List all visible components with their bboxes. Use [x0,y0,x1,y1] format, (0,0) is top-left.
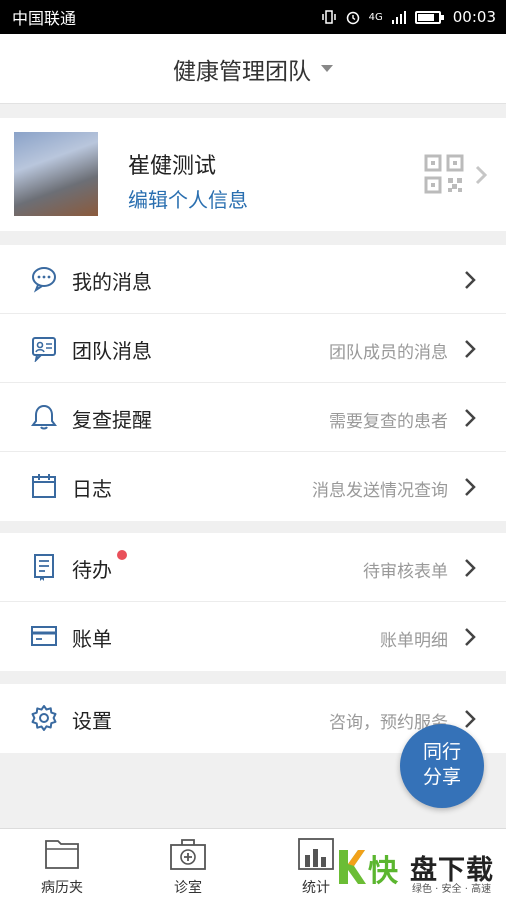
tab-label: 病历夹 [41,880,83,896]
fab-line-2: 分享 [422,766,461,788]
menu-label: 我的消息 [72,270,152,294]
todo-book-icon [34,554,54,581]
menu-item-bill[interactable]: 账单 账单明细 [0,602,506,671]
menu-label: 待办 [72,558,112,582]
gear-icon [31,705,57,731]
avatar[interactable] [14,132,98,216]
menu-hint: 团队成员的消息 [329,343,448,363]
menu-group-messages: 我的消息 团队消息 团队成员的消息 复查提醒 需要复查的患者 日志 消息发送情况… [0,245,506,521]
watermark-logo: 快 盘下载 绿色 · 安全 · 高速 [336,846,502,895]
chevron-right-icon [465,710,476,728]
menu-item-recheck-reminder[interactable]: 复查提醒 需要复查的患者 [0,383,506,452]
status-icons: 4G 00:03 [321,8,496,26]
fab-line-1: 同行 [422,741,461,763]
team-selector[interactable]: 健康管理团队 [0,34,506,104]
menu-hint: 消息发送情况查询 [312,481,448,501]
chevron-right-icon [465,340,476,358]
menu-label: 账单 [72,627,112,651]
menu-label: 复查提醒 [72,408,152,432]
chevron-right-icon [465,409,476,427]
tab-clinic[interactable]: 诊室 [148,837,228,897]
qr-code-icon[interactable] [424,154,464,194]
folder-icon [45,840,79,869]
calendar-icon [32,474,56,498]
status-bar: 中国联通 4G 00:03 [0,0,506,34]
team-message-icon [32,337,56,362]
chart-icon [298,838,334,870]
battery-icon [414,10,444,24]
caret-down-icon [321,65,333,72]
watermark-slogan: 绿色 · 安全 · 高速 [412,884,492,895]
menu-item-log[interactable]: 日志 消息发送情况查询 [0,452,506,521]
menu-hint: 需要复查的患者 [329,412,448,432]
chevron-right-icon [465,628,476,646]
carrier-label: 中国联通 [12,9,77,28]
watermark-kuai: 快 [368,854,398,889]
menu-item-my-messages[interactable]: 我的消息 [0,245,506,314]
page-title: 健康管理团队 [173,58,311,85]
menu-hint: 待审核表单 [363,562,448,582]
unread-badge [117,550,127,560]
bell-icon [31,404,57,430]
menu-item-team-messages[interactable]: 团队消息 团队成员的消息 [0,314,506,383]
profile-name: 崔健测试 [128,154,217,179]
menu-label: 团队消息 [72,339,152,363]
network-label: 4G [368,11,383,23]
menu-hint: 账单明细 [380,631,448,651]
profile-card[interactable]: 崔健测试 编辑个人信息 [0,118,506,231]
chat-bubble-icon [32,267,56,293]
card-icon [31,626,57,646]
menu-group-tasks: 待办 待审核表单 账单 账单明细 [0,533,506,671]
signal-icon [391,11,406,24]
chevron-right-icon [475,165,488,185]
tab-label: 诊室 [174,880,202,896]
vibrate-icon [321,10,336,24]
chevron-right-icon [465,559,476,577]
clinic-icon [170,839,206,870]
menu-label: 设置 [72,709,112,733]
chevron-right-icon [465,271,476,289]
edit-profile-link[interactable]: 编辑个人信息 [128,184,248,213]
tab-records[interactable]: 病历夹 [22,837,102,897]
k-logo-icon [339,850,366,884]
peer-share-button[interactable]: 同行 分享 [400,724,484,808]
menu-label: 日志 [72,477,112,501]
chevron-right-icon [465,478,476,496]
alarm-icon [346,11,359,25]
clock-label: 00:03 [452,8,496,26]
menu-item-todo[interactable]: 待办 待审核表单 [0,533,506,602]
